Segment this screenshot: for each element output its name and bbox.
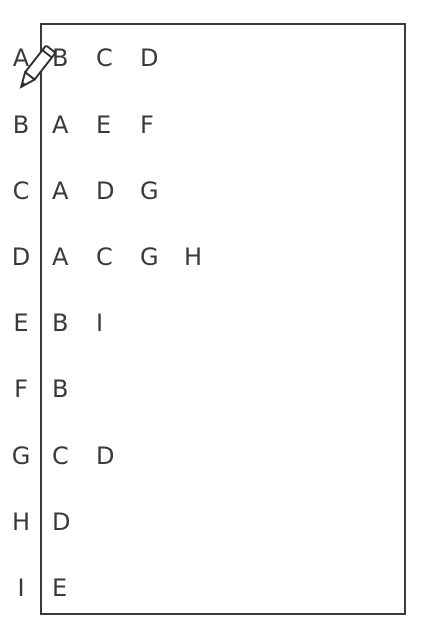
neighbor-node: B [52, 375, 69, 403]
adjacency-row-d: DACGH [0, 237, 432, 277]
neighbor-node: D [140, 44, 159, 72]
neighbor-node: I [96, 309, 104, 337]
neighbor-node: H [184, 243, 203, 271]
adjacency-row-g: GCD [0, 436, 432, 476]
neighbor-node: A [52, 177, 69, 205]
node-key: G [11, 442, 31, 470]
pencil-icon [19, 45, 56, 89]
adjacency-row-b: BAEF [0, 105, 432, 145]
neighbor-node: F [140, 111, 154, 139]
node-key: E [13, 309, 29, 337]
adjacency-row-c: CADG [0, 171, 432, 211]
neighbor-node: D [52, 508, 71, 536]
node-key: H [11, 508, 31, 536]
node-key: D [11, 243, 31, 271]
neighbor-node: C [52, 442, 69, 470]
node-key: F [14, 375, 28, 403]
neighbor-node: G [140, 243, 159, 271]
neighbor-node: G [140, 177, 159, 205]
adjacency-row-e: EBI [0, 303, 432, 343]
neighbor-node: A [52, 111, 69, 139]
neighbor-node: A [52, 243, 69, 271]
adjacency-row-f: FB [0, 369, 432, 409]
neighbor-node: C [96, 243, 113, 271]
neighbor-node: E [96, 111, 112, 139]
neighbor-node: C [96, 44, 113, 72]
neighbor-node: D [96, 177, 115, 205]
node-key: C [12, 177, 30, 205]
neighbor-node: E [52, 574, 68, 602]
adjacency-row-h: HD [0, 502, 432, 542]
neighbor-node: B [52, 309, 69, 337]
node-key: I [17, 574, 25, 602]
adjacency-row-i: IE [0, 568, 432, 608]
adjacency-row-a: ABCD [0, 38, 432, 78]
node-key: B [12, 111, 30, 139]
neighbor-node: D [96, 442, 115, 470]
